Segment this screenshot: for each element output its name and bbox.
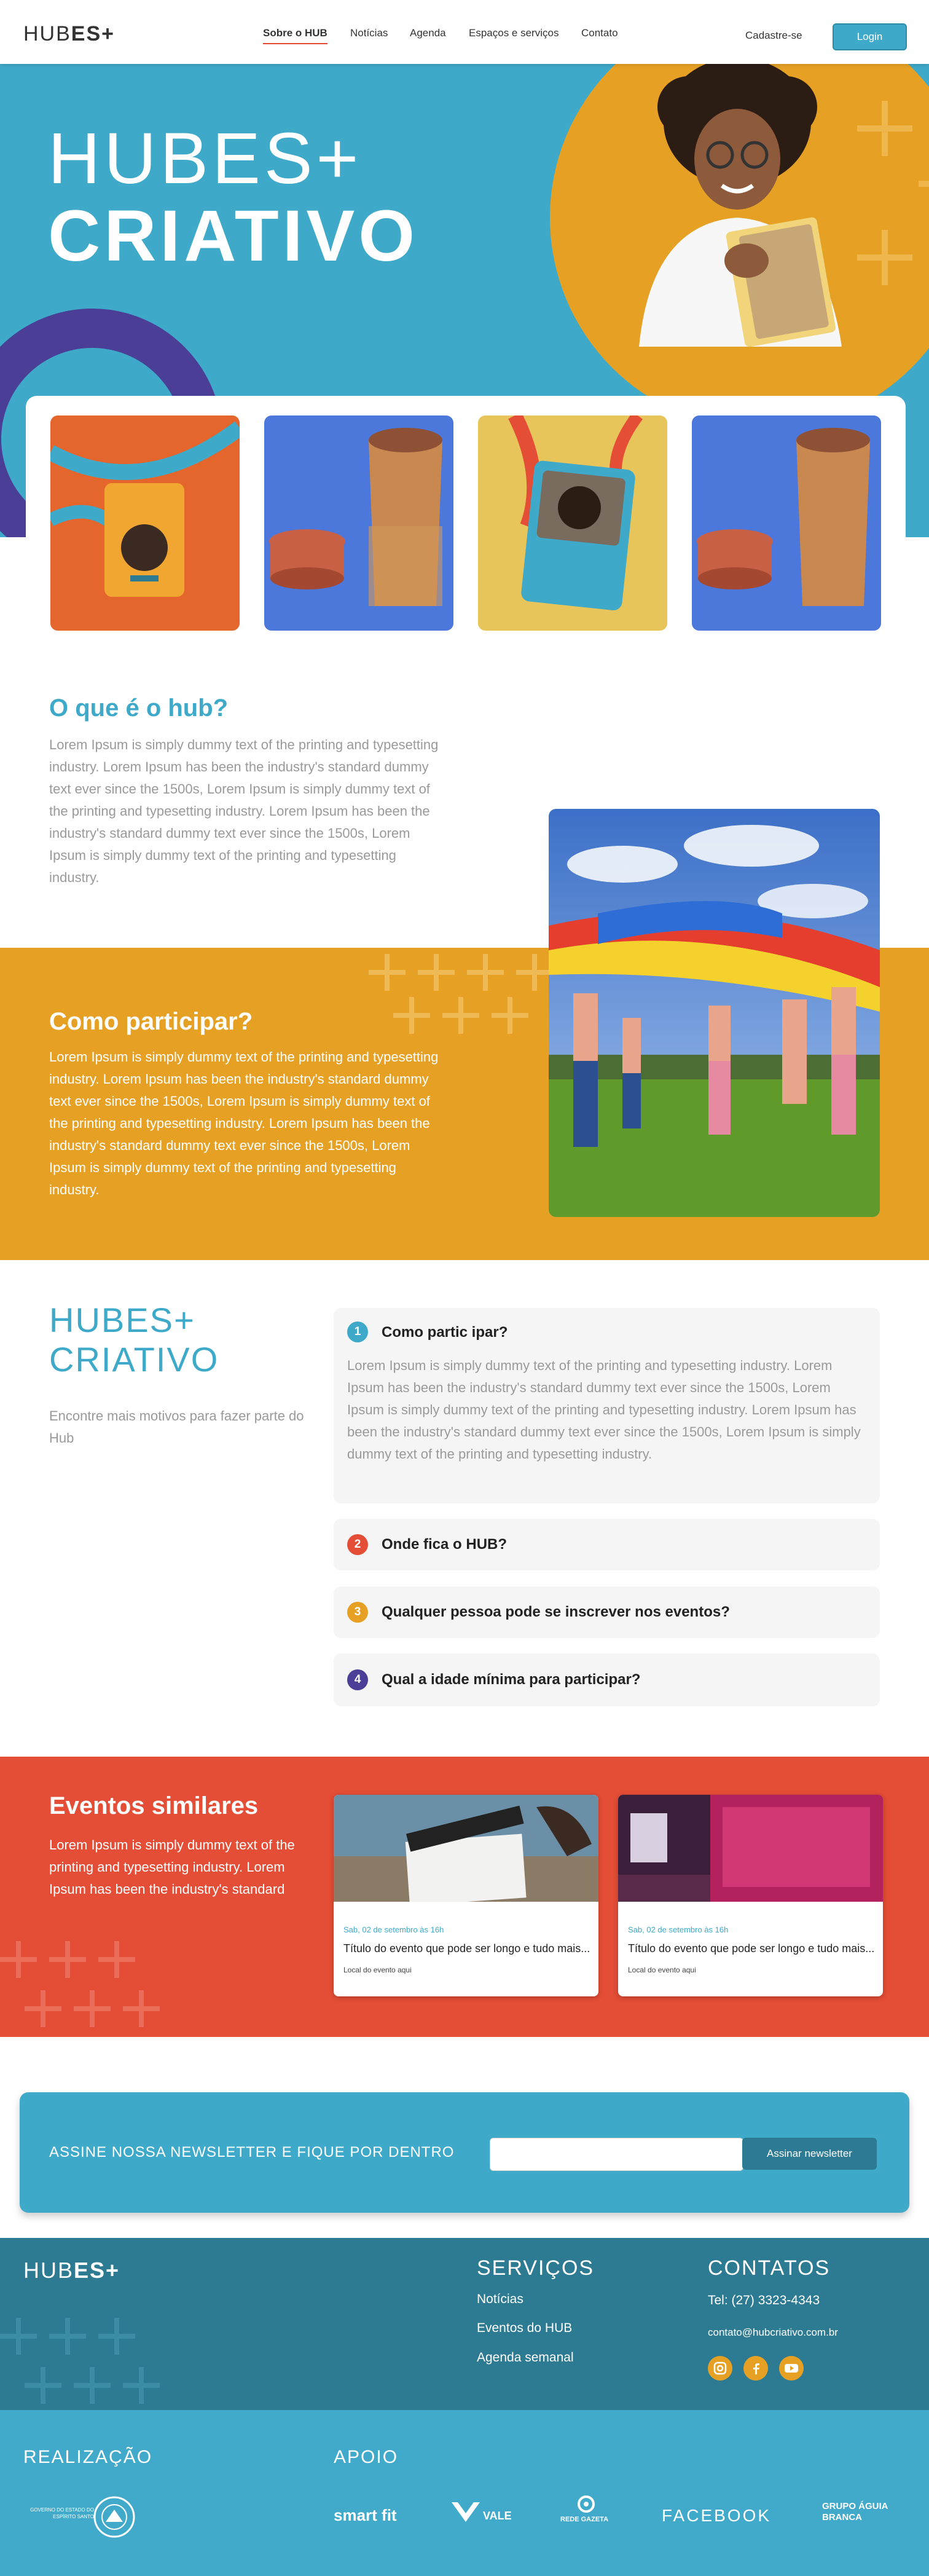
faq-item-1[interactable]: 1 Como partic ipar? Lorem Ipsum is simpl… — [334, 1308, 880, 1503]
participate-title: Como participar? — [49, 1008, 253, 1035]
logo-bold: ES+ — [71, 22, 116, 45]
nav-item-agenda[interactable]: Agenda — [410, 27, 446, 39]
footer-phone: Tel: (27) 3323-4343 — [708, 2293, 820, 2307]
realizacao-title: REALIZAÇÃO — [23, 2447, 153, 2467]
hero-title: HUBES+ CRIATIVO — [48, 122, 418, 272]
nav-item-espacos[interactable]: Espaços e serviços — [469, 27, 559, 39]
newsletter-label: ASSINE NOSSA NEWSLETTER E FIQUE POR DENT… — [49, 2144, 455, 2160]
footer-logo-bold: ES+ — [74, 2258, 120, 2283]
gallery-cups-1[interactable] — [264, 416, 453, 631]
faq-logo-line2: CRIATIVO — [49, 1340, 219, 1379]
newsletter-email-input[interactable] — [490, 2138, 743, 2171]
faq-question-4: Qual a idade mínima para participar? — [382, 1671, 641, 1688]
footer-logo-thin: HUB — [23, 2258, 74, 2283]
event-title: Título do evento que pode ser longo e tu… — [628, 1942, 875, 1955]
footer-logo[interactable]: HUBES+ — [23, 2258, 120, 2283]
faq-logo-line1: HUBES+ — [49, 1301, 195, 1339]
faq-logo: HUBES+ CRIATIVO — [49, 1301, 219, 1380]
faq-question-1: Como partic ipar? — [382, 1324, 508, 1341]
footer-services-title: SERVIÇOS — [477, 2256, 595, 2280]
nav-item-contato[interactable]: Contato — [581, 27, 618, 39]
children-parachute-photo — [549, 809, 880, 1217]
nav-item-sobre[interactable]: Sobre o HUB — [263, 27, 327, 44]
hero-title-line2: CRIATIVO — [48, 195, 419, 277]
faq-item-4[interactable]: 4 Qual a idade mínima para participar? — [334, 1653, 880, 1706]
vale-logo-icon — [452, 2502, 480, 2522]
footer-link-noticias[interactable]: Notícias — [477, 2292, 523, 2307]
site-header: HUBES+ Sobre o HUB Notícias Agenda Espaç… — [0, 0, 929, 64]
gallery-badge-orange[interactable] — [50, 416, 240, 631]
event-image-clapperboard — [334, 1795, 598, 1906]
newsletter-submit-button[interactable]: Assinar newsletter — [742, 2138, 877, 2170]
signup-link[interactable]: Cadastre-se — [745, 30, 802, 42]
event-card-1[interactable]: Sab, 02 de setembro às 16h Título do eve… — [334, 1795, 598, 1996]
faq-number-1: 1 — [347, 1321, 368, 1342]
faq-answer-1: Lorem Ipsum is simply dummy text of the … — [347, 1358, 861, 1462]
footer-contacts-title: CONTATOS — [708, 2256, 831, 2280]
sponsor-smartfit[interactable]: smart fit — [334, 2506, 397, 2525]
footer-main: HUBES+ SERVIÇOS Notícias Eventos do HUB … — [0, 2238, 929, 2410]
event-card-2[interactable]: Sab, 02 de setembro às 16h Título do eve… — [618, 1795, 883, 1996]
gov-es-seal-icon — [93, 2496, 135, 2538]
sponsor-vale[interactable]: VALE — [483, 2510, 512, 2523]
faq-item-3[interactable]: 3 Qualquer pessoa pode se inscrever nos … — [334, 1586, 880, 1638]
events-plus-pattern — [0, 1941, 160, 2027]
event-date: Sab, 02 de setembro às 16h — [343, 1925, 444, 1934]
facebook-icon[interactable] — [743, 2356, 768, 2381]
hero-person-image — [639, 64, 842, 347]
faq-number-2: 2 — [347, 1534, 368, 1555]
about-title: O que é o hub? — [49, 695, 229, 722]
faq-tagline: Encontre mais motivos para fazer parte d… — [49, 1408, 304, 1446]
gazeta-logo-icon — [578, 2495, 595, 2513]
events-title: Eventos similares — [49, 1792, 259, 1819]
footer-sponsors: REALIZAÇÃO GOVERNO DO ESTADO DO ESPÍRITO… — [0, 2410, 929, 2576]
events-text: Lorem Ipsum is simply dummy text of the … — [49, 1837, 295, 1897]
login-button[interactable]: Login — [833, 23, 907, 50]
logo-thin: HUB — [23, 22, 71, 45]
event-title: Título do evento que pode ser longo e tu… — [343, 1942, 590, 1955]
footer-plus-pattern — [0, 2318, 160, 2404]
footer-link-agenda[interactable]: Agenda semanal — [477, 2350, 574, 2365]
footer-link-eventos[interactable]: Eventos do HUB — [477, 2321, 572, 2336]
about-text: Lorem Ipsum is simply dummy text of the … — [49, 737, 439, 885]
gallery-badge-blue[interactable] — [478, 416, 667, 631]
instagram-icon[interactable] — [708, 2356, 732, 2381]
event-location: Local do evento aqui — [343, 1966, 412, 1974]
event-location: Local do evento aqui — [628, 1966, 696, 1974]
nav-item-noticias[interactable]: Notícias — [350, 27, 388, 39]
sponsor-facebook[interactable]: FACEBOOK — [662, 2506, 771, 2526]
faq-question-2: Onde fica o HUB? — [382, 1536, 508, 1553]
faq-number-4: 4 — [347, 1669, 368, 1690]
apoio-title: APOIO — [334, 2447, 399, 2467]
faq-number-3: 3 — [347, 1602, 368, 1623]
hero-title-line1: HUBES+ — [48, 118, 363, 199]
faq-item-2[interactable]: 2 Onde fica o HUB? — [334, 1519, 880, 1570]
footer-email[interactable]: contato@hubcriativo.com.br — [708, 2326, 838, 2339]
sponsor-rede-gazeta[interactable]: REDE GAZETA — [560, 2516, 608, 2523]
gallery-cups-2[interactable] — [692, 416, 881, 631]
event-image-cinema — [618, 1795, 883, 1902]
image-gallery — [26, 396, 906, 644]
sponsor-aguia-branca[interactable]: GRUPO ÁGUIA BRANCA — [822, 2501, 896, 2523]
event-date: Sab, 02 de setembro às 16h — [628, 1925, 729, 1934]
youtube-icon[interactable] — [779, 2356, 804, 2381]
participate-text: Lorem Ipsum is simply dummy text of the … — [49, 1049, 439, 1197]
gov-es-text: GOVERNO DO ESTADO DO ESPÍRITO SANTO — [30, 2507, 94, 2519]
site-logo[interactable]: HUBES+ — [23, 22, 115, 46]
newsletter-banner: ASSINE NOSSA NEWSLETTER E FIQUE POR DENT… — [20, 2092, 909, 2213]
faq-question-3: Qualquer pessoa pode se inscrever nos ev… — [382, 1604, 730, 1620]
plus-pattern-decoration — [369, 954, 553, 1034]
